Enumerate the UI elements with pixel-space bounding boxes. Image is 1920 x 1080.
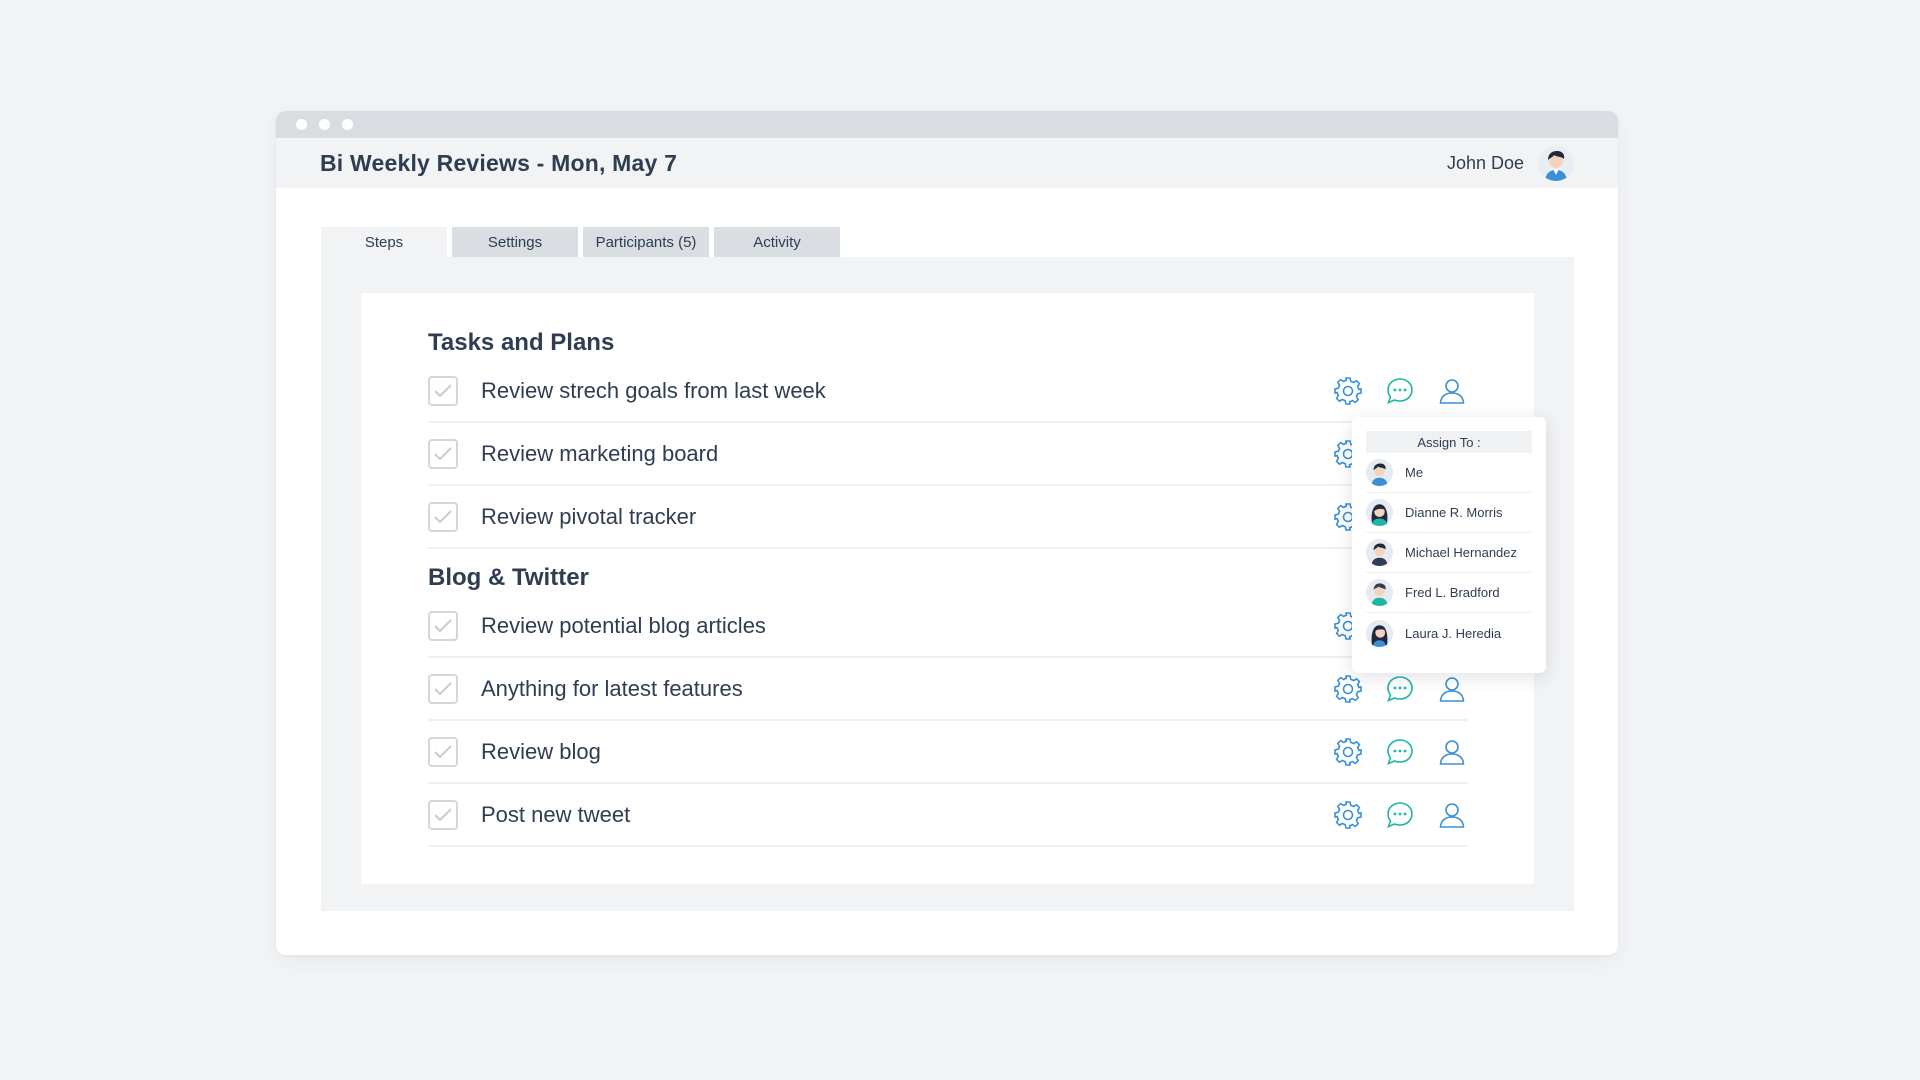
tab-activity[interactable]: Activity (714, 227, 840, 257)
task-row: Anything for latest features (428, 659, 1468, 721)
section-title-tasks-and-plans: Tasks and Plans (428, 329, 615, 356)
tab-participants[interactable]: Participants (5) (583, 227, 709, 257)
assignee-option[interactable]: Me (1366, 453, 1532, 493)
window-maximize-dot[interactable] (342, 119, 353, 130)
assign-to-header: Assign To : (1366, 431, 1532, 453)
check-icon (434, 510, 452, 524)
gear-icon[interactable] (1332, 799, 1364, 831)
task-row: Review strech goals from last week (428, 361, 1468, 423)
task-actions (1332, 375, 1468, 407)
user-menu[interactable]: John Doe (1447, 145, 1574, 181)
task-checkbox[interactable] (428, 502, 458, 532)
task-row: Review blog (428, 722, 1468, 784)
assignee-option[interactable]: Dianne R. Morris (1366, 493, 1532, 533)
assignee-option[interactable]: Michael Hernandez (1366, 533, 1532, 573)
task-label: Review pivotal tracker (481, 504, 697, 529)
task-checkbox[interactable] (428, 439, 458, 469)
task-row: Review pivotal tracker (428, 487, 1468, 549)
window-close-dot[interactable] (296, 119, 307, 130)
check-icon (434, 447, 452, 461)
window-minimize-dot[interactable] (319, 119, 330, 130)
check-icon (434, 619, 452, 633)
gear-icon[interactable] (1332, 736, 1364, 768)
avatar (1366, 539, 1393, 566)
task-checkbox[interactable] (428, 611, 458, 641)
assign-to-dropdown: Assign To : Me Dianne R. Morris Michael … (1352, 417, 1546, 673)
task-checkbox[interactable] (428, 674, 458, 704)
tab-bar: Steps Settings Participants (5) Activity (321, 227, 840, 257)
avatar (1366, 499, 1393, 526)
page-title: Bi Weekly Reviews - Mon, May 7 (320, 149, 678, 176)
user-icon[interactable] (1436, 375, 1468, 407)
check-icon (434, 384, 452, 398)
assignee-name: Laura J. Heredia (1405, 625, 1502, 641)
assignee-option[interactable]: Laura J. Heredia (1366, 613, 1532, 653)
task-actions (1332, 673, 1468, 705)
gear-icon[interactable] (1332, 673, 1364, 705)
avatar (1366, 619, 1393, 647)
task-row: Review marketing board (428, 424, 1468, 486)
user-icon[interactable] (1436, 673, 1468, 705)
task-checkbox[interactable] (428, 376, 458, 406)
task-row: Review potential blog articles (428, 596, 1468, 658)
avatar (1366, 579, 1393, 606)
task-label: Review blog (481, 739, 601, 764)
check-icon (434, 745, 452, 759)
task-label: Anything for latest features (481, 676, 743, 701)
user-name: John Doe (1446, 152, 1524, 173)
task-checkbox[interactable] (428, 800, 458, 830)
app-header: Bi Weekly Reviews - Mon, May 7 John Doe (276, 138, 1618, 188)
avatar[interactable] (1538, 145, 1574, 181)
assignee-option[interactable]: Fred L. Bradford (1366, 573, 1532, 613)
check-icon (434, 682, 452, 696)
task-checkbox[interactable] (428, 737, 458, 767)
assignee-name: Me (1405, 465, 1424, 480)
window-titlebar (276, 111, 1618, 138)
gear-icon[interactable] (1332, 375, 1364, 407)
comment-bubble-icon[interactable] (1384, 673, 1416, 705)
task-label: Review strech goals from last week (481, 378, 826, 403)
comment-bubble-icon[interactable] (1384, 799, 1416, 831)
task-label: Review potential blog articles (481, 613, 766, 638)
task-actions (1332, 799, 1468, 831)
assignee-name: Dianne R. Morris (1405, 505, 1503, 520)
comment-bubble-icon[interactable] (1384, 736, 1416, 768)
task-row: Post new tweet (428, 785, 1468, 847)
user-icon[interactable] (1436, 736, 1468, 768)
assignee-name: Fred L. Bradford (1405, 585, 1500, 600)
user-icon[interactable] (1436, 799, 1468, 831)
section-title-blog-and-twitter: Blog & Twitter (428, 564, 589, 591)
task-label: Post new tweet (481, 802, 631, 827)
avatar (1366, 459, 1393, 486)
task-label: Review marketing board (481, 441, 719, 466)
tab-steps[interactable]: Steps (321, 227, 447, 257)
task-actions (1332, 736, 1468, 768)
comment-bubble-icon[interactable] (1384, 375, 1416, 407)
check-icon (434, 808, 452, 822)
assignee-name: Michael Hernandez (1405, 545, 1518, 560)
tab-settings[interactable]: Settings (452, 227, 578, 257)
